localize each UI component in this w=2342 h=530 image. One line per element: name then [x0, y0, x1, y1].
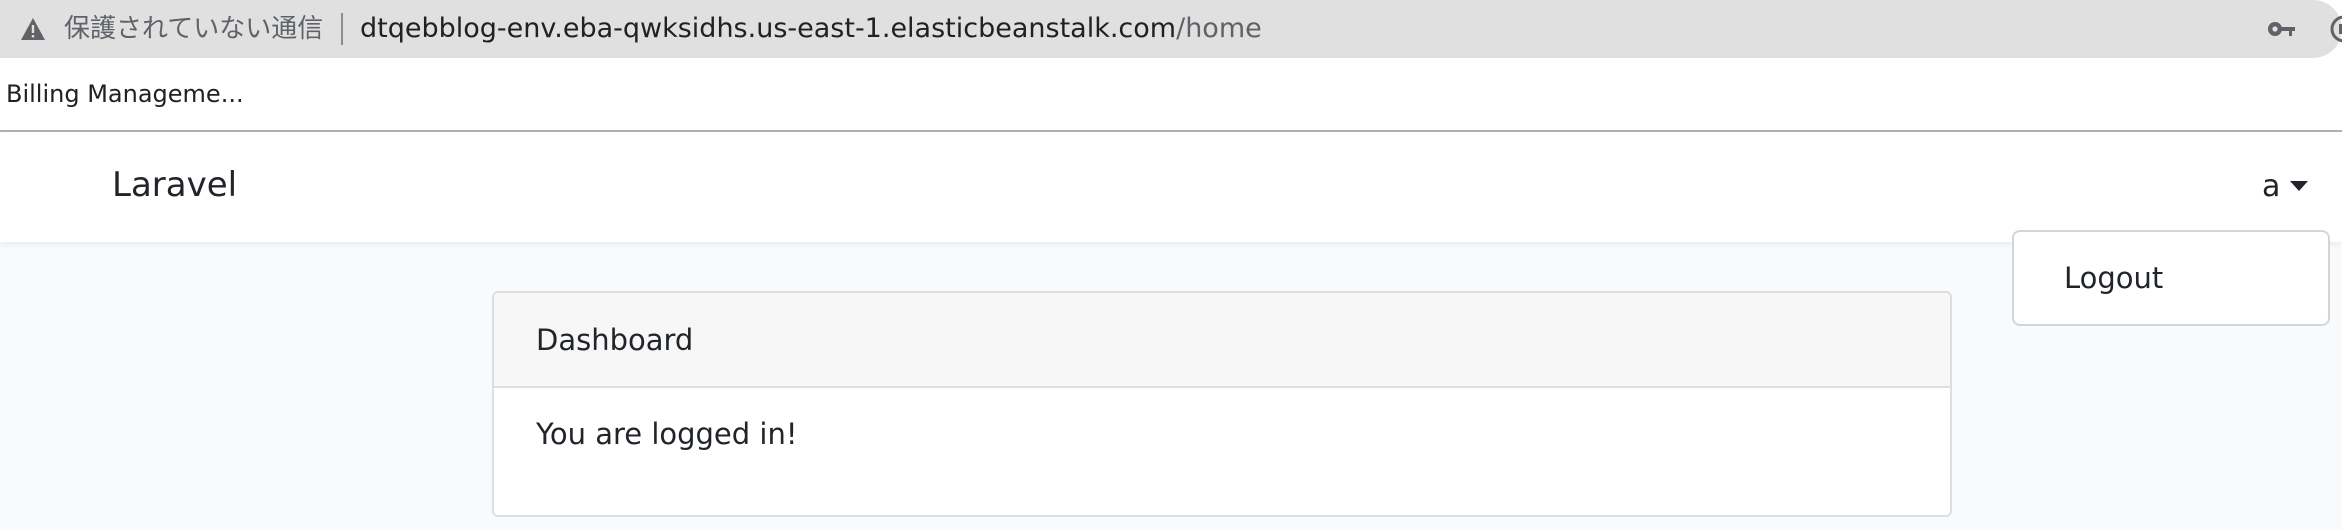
extension-icon[interactable] [2330, 15, 2342, 43]
warning-icon[interactable] [20, 17, 46, 41]
user-dropdown-toggle[interactable]: a [2262, 164, 2309, 208]
logout-menu-item[interactable]: Logout [2064, 258, 2163, 298]
url-path: /home [1176, 13, 1262, 44]
brand-link[interactable]: Laravel [112, 163, 237, 207]
url-text[interactable]: dtqebblog-env.eba-qwksidhs.us-east-1.ela… [360, 12, 1262, 46]
user-name: a [2262, 168, 2281, 204]
connection-security-label[interactable]: 保護されていない通信 [64, 12, 323, 46]
caret-down-icon [2290, 181, 2309, 191]
user-dropdown-menu: Logout [2012, 230, 2330, 326]
page-content: Laravel a Logout Dashboard You are logge… [0, 132, 2342, 530]
address-bar[interactable]: 保護されていない通信 dtqebblog-env.eba-qwksidhs.us… [0, 0, 2342, 58]
url-separator [341, 13, 343, 45]
key-icon[interactable] [2266, 15, 2296, 43]
dashboard-card: Dashboard You are logged in! [492, 291, 1952, 517]
login-status-message: You are logged in! [536, 417, 798, 451]
card-header: Dashboard [494, 293, 1950, 388]
bookmark-billing-management[interactable]: Billing Manageme... [6, 78, 244, 110]
card-title: Dashboard [536, 323, 694, 357]
url-host: dtqebblog-env.eba-qwksidhs.us-east-1.ela… [360, 13, 1177, 44]
navbar: Laravel a [0, 132, 2342, 242]
bookmarks-bar: Billing Manageme... [0, 58, 2342, 132]
